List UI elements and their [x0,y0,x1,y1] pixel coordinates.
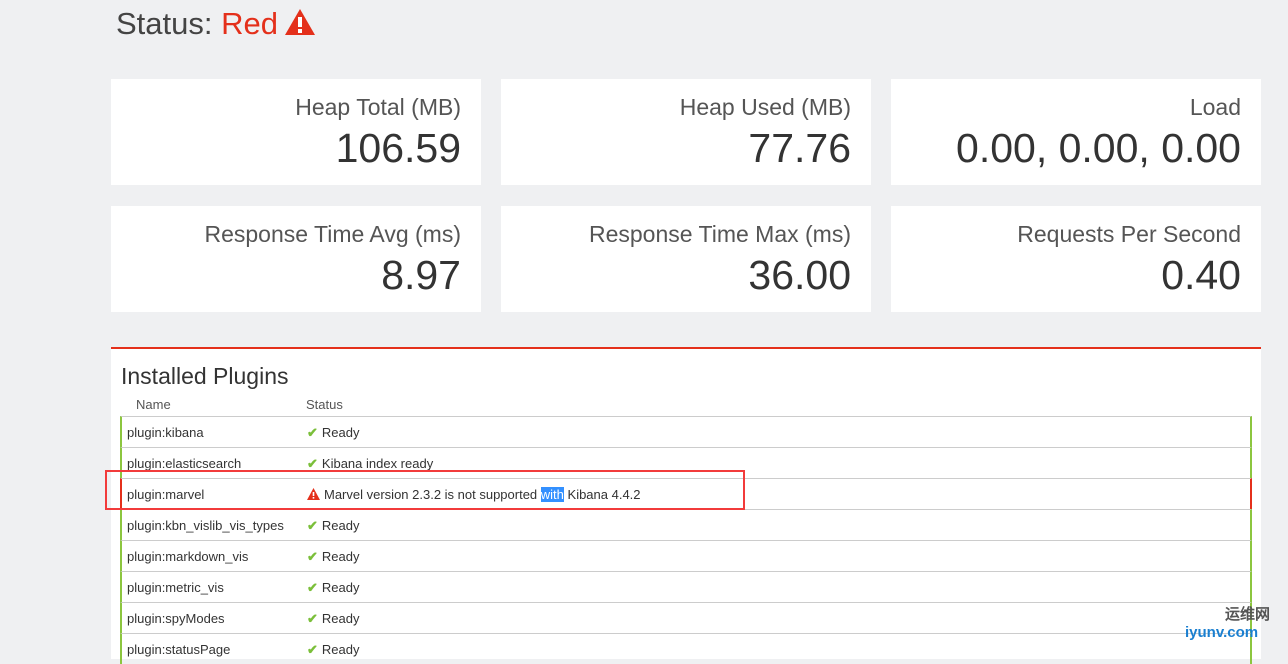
col-name-header: Name [136,397,171,412]
table-row: plugin:kbn_vislib_vis_types ✔ Ready [120,509,1252,540]
check-icon: ✔ [307,611,318,626]
check-icon: ✔ [307,425,318,440]
card-heap-used: Heap Used (MB) 77.76 [501,79,871,185]
table-row: plugin:spyModes ✔ Ready [120,602,1252,633]
table-row: plugin:kibana ✔ Ready [120,416,1252,447]
status-value: Red [221,6,278,41]
check-icon: ✔ [307,580,318,595]
col-status-header: Status [306,397,343,412]
card-response-avg: Response Time Avg (ms) 8.97 [111,206,481,312]
card-response-max: Response Time Max (ms) 36.00 [501,206,871,312]
highlight-annotation-box [105,470,745,510]
check-icon: ✔ [307,549,318,564]
page-title: Status: Red [116,6,316,42]
table-row: plugin:metric_vis ✔ Ready [120,571,1252,602]
card-load: Load 0.00, 0.00, 0.00 [891,79,1261,185]
plugins-title: Installed Plugins [121,363,289,389]
table-row: plugin:statusPage ✔ Ready [120,633,1252,664]
card-requests-per-second: Requests Per Second 0.40 [891,206,1261,312]
warning-icon [285,9,315,35]
plugins-table: plugin:kibana ✔ Ready plugin:elasticsearch… [120,416,1252,664]
check-icon: ✔ [307,518,318,533]
table-row: plugin:markdown_vis ✔ Ready [120,540,1252,571]
card-heap-total: Heap Total (MB) 106.59 [111,79,481,185]
check-icon: ✔ [307,456,318,471]
watermark: 运维网 iyunv.com [1185,606,1271,641]
